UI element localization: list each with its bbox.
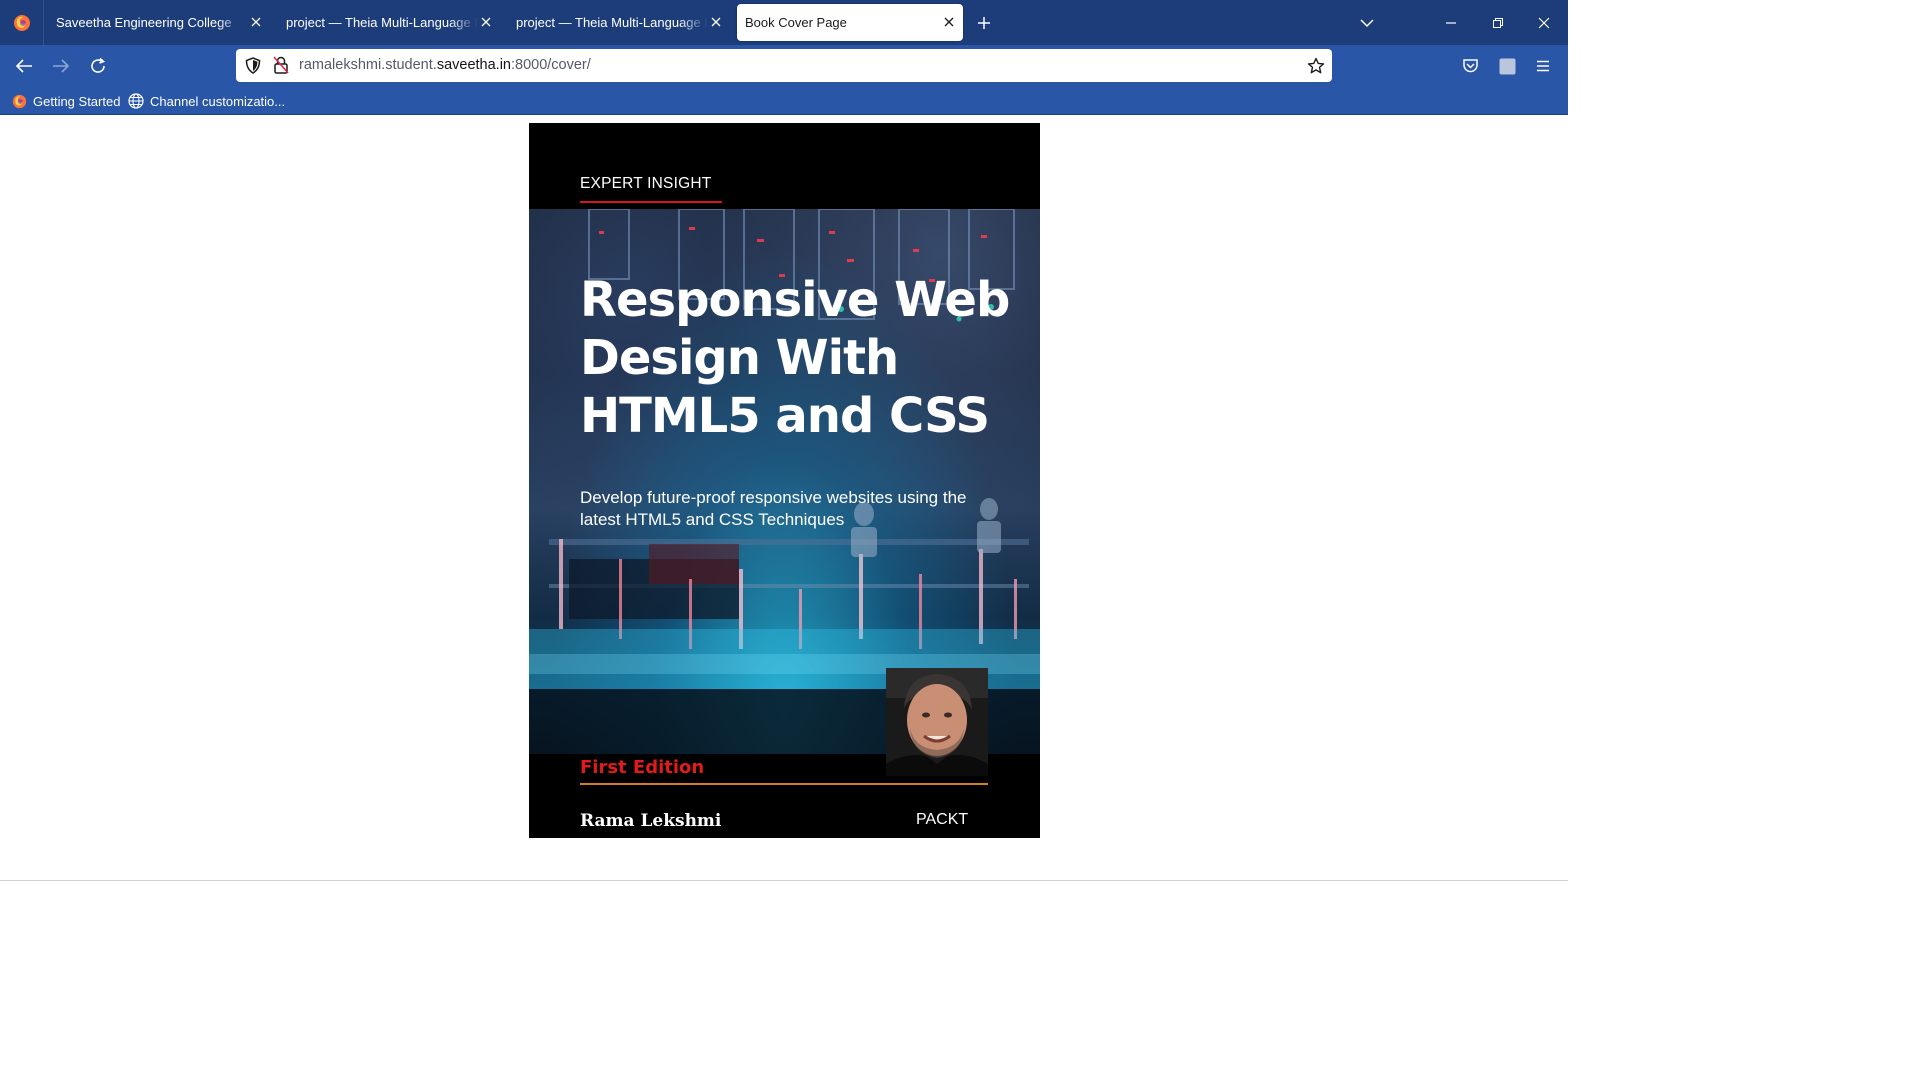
bookmark-label: Getting Started [33,93,121,109]
close-icon[interactable] [941,14,957,30]
globe-icon [128,93,144,109]
bookmarks-toolbar: Getting Started Channel customizatio... [0,87,1568,115]
pocket-icon [1462,59,1478,73]
tab-project-1[interactable]: project — Theia Multi-Language Ex [274,4,500,41]
list-all-tabs-button[interactable] [1356,12,1378,34]
reload-button[interactable] [86,54,110,78]
tab-saveetha[interactable]: Saveetha Engineering College [44,4,270,41]
extension-icon [1499,58,1515,74]
back-button[interactable] [12,54,36,78]
status-divider [0,880,1568,881]
forward-button[interactable] [49,54,73,78]
arrow-right-icon [53,59,70,73]
app-menu-button[interactable] [1531,54,1555,78]
close-icon[interactable] [248,14,264,30]
book-title: Responsive Web Design With HTML5 and CSS [580,271,1020,445]
restore-button[interactable] [1487,12,1509,34]
close-window-button[interactable] [1533,12,1555,34]
close-icon[interactable] [478,14,494,30]
tab-book-cover[interactable]: Book Cover Page [737,4,963,41]
url-prefix: ramalekshmi.student. [299,57,437,73]
arrow-left-icon [15,59,32,73]
edition-divider [580,783,988,785]
plus-icon [978,17,990,29]
close-icon [1538,17,1550,29]
browser-window: Saveetha Engineering College project — T… [0,0,1568,887]
bookmark-star-icon[interactable] [1306,56,1326,76]
hamburger-menu-icon [1537,60,1549,72]
tab-strip: Saveetha Engineering College project — T… [0,0,1568,45]
cover-eyebrow: EXPERT INSIGHT [580,175,712,192]
book-cover: EXPERT INSIGHT Responsive Web Design Wit… [529,123,1040,838]
book-title-line: Design With [580,330,899,386]
bookmark-getting-started[interactable]: Getting Started [12,92,120,110]
url-host: saveetha.in [436,57,511,73]
minimize-button[interactable] [1440,12,1462,34]
new-tab-button[interactable] [973,12,995,34]
minimize-icon [1446,22,1456,24]
page-viewport: EXPERT INSIGHT Responsive Web Design Wit… [0,115,1568,880]
tab-title: project — Theia Multi-Language Ex [286,15,478,30]
url-suffix: :8000/cover/ [510,57,591,73]
edition-label: First Edition [580,757,705,778]
chevron-down-icon [1360,19,1374,28]
tab-title: project — Theia Multi-Language Ex [516,15,708,30]
bookmark-channel-customization[interactable]: Channel customizatio... [128,92,285,110]
book-subtitle: Develop future-proof responsive websites… [580,488,967,529]
pocket-button[interactable] [1458,54,1482,78]
author-photo [886,668,988,776]
publisher-name: PACKT [916,811,969,828]
insecure-lock-icon[interactable] [272,56,290,74]
reload-icon [91,57,106,73]
close-icon[interactable] [708,14,724,30]
author-portrait-image [886,668,988,776]
firefox-icon [12,94,27,108]
navigation-toolbar: ramalekshmi.student.saveetha.in:8000/cov… [0,45,1568,87]
eyebrow-divider [580,201,722,203]
tab-title: Saveetha Engineering College [56,15,232,30]
tab-project-2[interactable]: project — Theia Multi-Language Ex [504,4,730,41]
firefox-menu-icon[interactable] [0,0,44,45]
author-name: Rama Lekshmi [580,811,722,831]
url-bar[interactable]: ramalekshmi.student.saveetha.in:8000/cov… [236,49,1332,82]
tab-title: Book Cover Page [745,15,847,30]
bookmark-label: Channel customizatio... [150,93,286,109]
extension-button[interactable] [1495,54,1519,78]
shield-icon[interactable] [244,56,262,74]
restore-icon [1493,18,1503,28]
book-title-line: HTML5 and CSS [580,388,990,444]
book-title-line: Responsive Web [580,272,1010,328]
url-text[interactable]: ramalekshmi.student.saveetha.in:8000/cov… [299,57,591,73]
